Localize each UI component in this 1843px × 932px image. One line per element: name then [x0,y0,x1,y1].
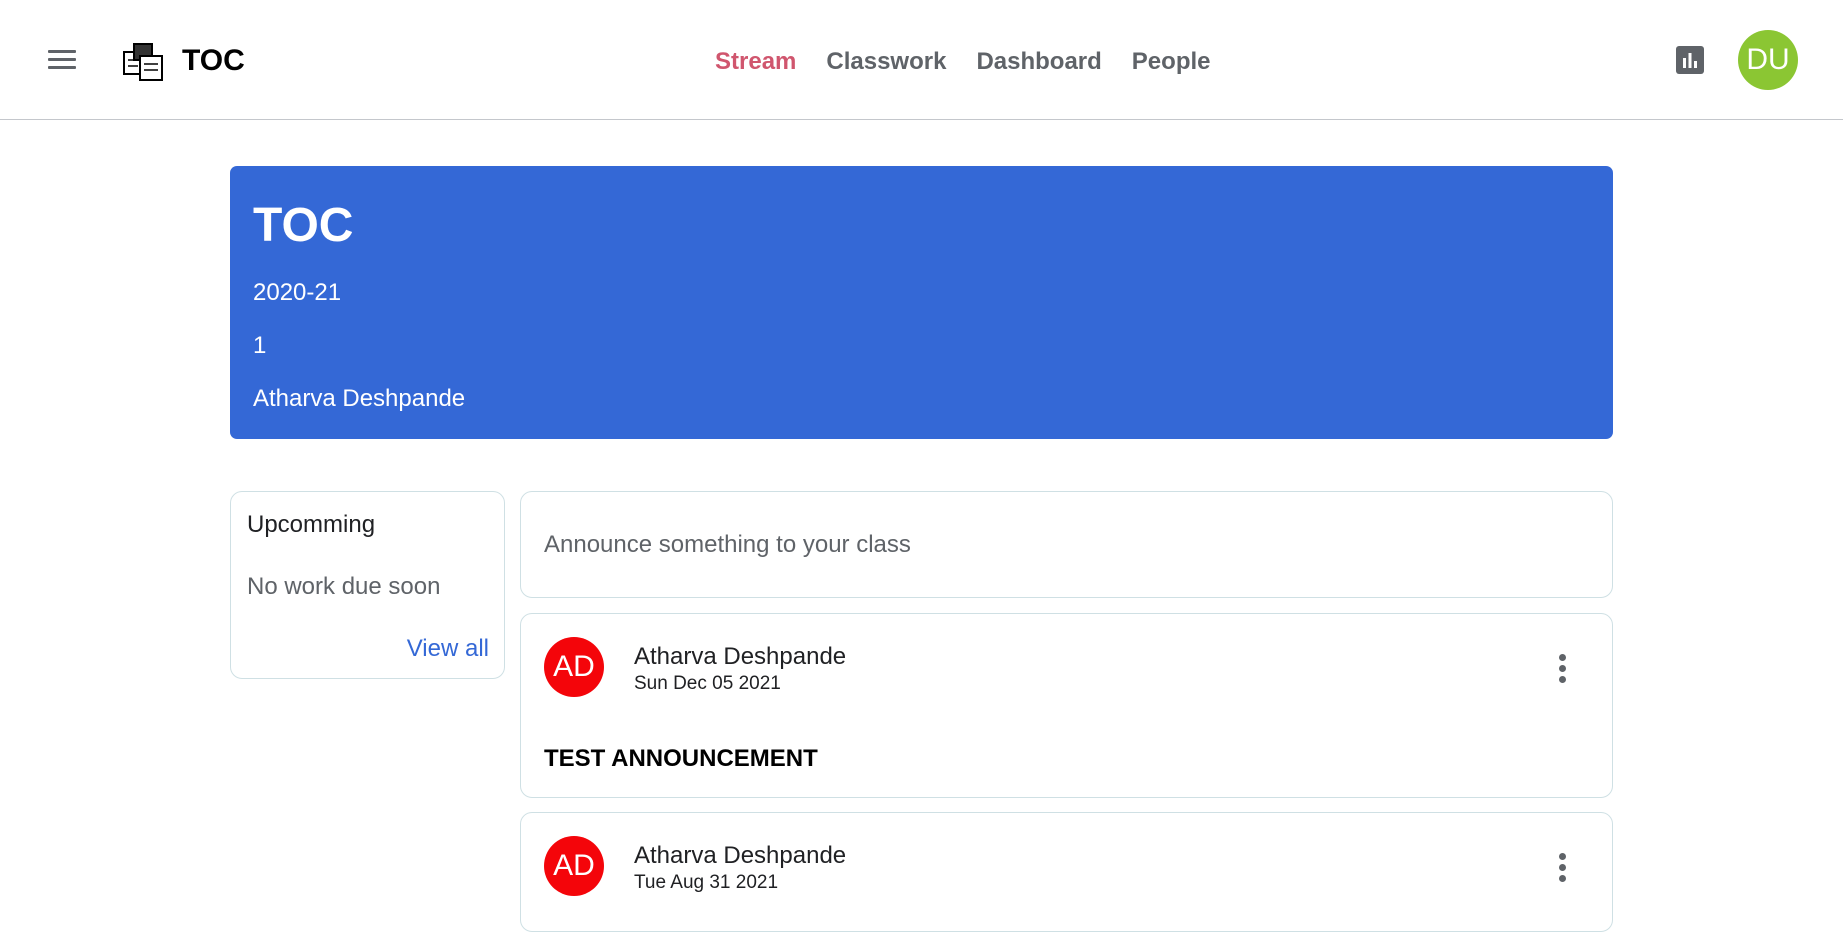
tab-people[interactable]: People [1132,44,1211,80]
post-date: Tue Aug 31 2021 [634,872,779,893]
announce-box[interactable]: Announce something to your class [520,491,1613,598]
announcement-post: AD Atharva Deshpande Tue Aug 31 2021 [520,812,1613,932]
post-body: TEST ANNOUNCEMENT [544,745,818,772]
post-author: Atharva Deshpande [634,643,847,670]
class-session: 2020-21 [253,279,342,306]
upcoming-title: Upcomming [247,511,376,538]
menu-icon[interactable] [46,46,78,76]
class-title: TOC [253,199,354,252]
upcoming-card: Upcomming No work due soon View all [230,491,505,679]
class-teacher: Atharva Deshpande [253,385,466,412]
more-options-icon[interactable] [1559,853,1567,882]
author-avatar: AD [544,637,604,697]
user-avatar[interactable]: DU [1738,30,1798,90]
post-date: Sun Dec 05 2021 [634,673,781,694]
class-section: 1 [253,332,267,359]
class-banner: TOC 2020-21 1 Atharva Deshpande [230,166,1613,439]
classroom-logo-icon [123,43,163,81]
view-all-link[interactable]: View all [407,634,489,664]
post-author: Atharva Deshpande [634,842,847,869]
top-app-bar: TOC Stream Classwork Dashboard People DU [0,0,1843,120]
announcement-post: AD Atharva Deshpande Sun Dec 05 2021 TES… [520,613,1613,798]
author-avatar: AD [544,836,604,896]
tab-stream[interactable]: Stream [715,44,796,80]
more-options-icon[interactable] [1559,654,1567,683]
announce-placeholder: Announce something to your class [544,531,911,558]
nav-tabs: Stream Classwork Dashboard People [715,44,1211,80]
bar-chart-icon[interactable] [1676,46,1704,74]
tab-classwork[interactable]: Classwork [826,44,946,80]
upcoming-empty-text: No work due soon [247,573,441,600]
app-title[interactable]: TOC [182,42,245,80]
tab-dashboard[interactable]: Dashboard [976,44,1101,80]
